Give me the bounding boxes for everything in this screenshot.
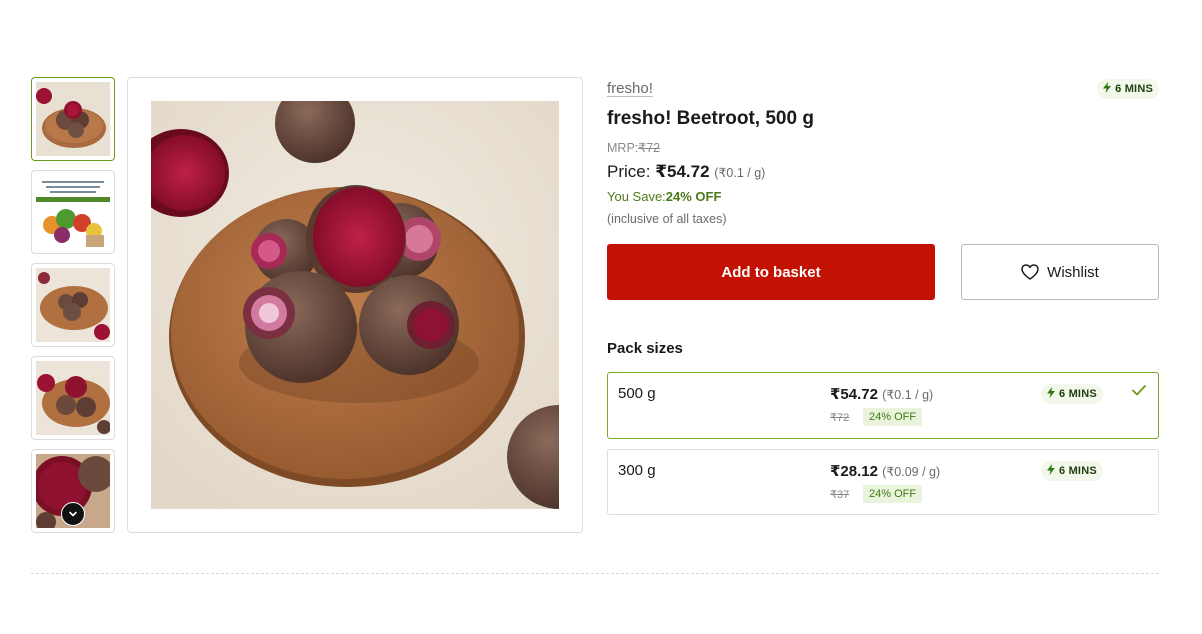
pack-option-300g[interactable]: 300 g ₹28.12 (₹0.09 / g) ₹37 24% OFF 6 M… (607, 449, 1159, 515)
price-value: ₹54.72 (655, 162, 710, 181)
chevron-down-icon (69, 511, 77, 517)
price: Price: ₹54.72 (₹0.1 / g) (607, 162, 765, 182)
pack-mrp: ₹72 (830, 412, 850, 424)
pack-mrp: ₹37 (830, 489, 850, 501)
pack-size: 500 g (618, 385, 656, 402)
thumbnail-image (36, 361, 110, 435)
delivery-eta-badge: 6 MINS (1097, 79, 1159, 99)
save-value: 24% OFF (665, 189, 722, 204)
pack-discount-badge: 24% OFF (863, 408, 923, 426)
pack-price-per-unit: (₹0.1 / g) (882, 388, 934, 402)
pack-price-value: ₹54.72 (830, 386, 878, 403)
thumbnail-2[interactable] (31, 170, 115, 254)
lightning-icon (1103, 82, 1112, 96)
section-divider (31, 573, 1159, 574)
lightning-icon (1047, 464, 1055, 478)
product-title: fresho! Beetroot, 500 g (607, 108, 814, 129)
pack-discount-badge: 24% OFF (863, 485, 923, 503)
main-product-image[interactable] (151, 101, 559, 509)
eta-label: 6 MINS (1059, 388, 1097, 400)
thumbnail-3[interactable] (31, 263, 115, 347)
pack-price: ₹28.12 (₹0.09 / g) (830, 462, 940, 480)
brand-link[interactable]: fresho! (607, 80, 653, 97)
thumbnail-image (36, 82, 110, 156)
tax-note: (inclusive of all taxes) (607, 212, 727, 226)
savings: You Save:24% OFF (607, 189, 721, 204)
thumbnail-image (36, 175, 110, 249)
pack-price-per-unit: (₹0.09 / g) (882, 465, 941, 479)
pack-size: 300 g (618, 462, 656, 479)
mrp: MRP:₹72 (607, 140, 660, 155)
thumbnail-5[interactable] (31, 449, 115, 533)
thumbnail-list (31, 77, 115, 542)
pack-eta-badge: 6 MINS (1041, 384, 1103, 404)
wishlist-button[interactable]: Wishlist (961, 244, 1159, 300)
add-to-basket-button[interactable]: Add to basket (607, 244, 935, 300)
pack-sizes-title: Pack sizes (607, 340, 683, 357)
eta-label: 6 MINS (1059, 465, 1097, 477)
pack-price: ₹54.72 (₹0.1 / g) (830, 385, 933, 403)
thumbnail-image (36, 268, 110, 342)
heart-icon (1021, 264, 1039, 280)
save-label: You Save: (607, 189, 666, 204)
pack-eta-badge: 6 MINS (1041, 461, 1103, 481)
pack-option-500g[interactable]: 500 g ₹54.72 (₹0.1 / g) ₹72 24% OFF 6 MI… (607, 372, 1159, 439)
show-more-thumbnails-button[interactable] (61, 502, 85, 526)
eta-label: 6 MINS (1115, 83, 1153, 95)
main-image-frame (127, 77, 583, 533)
pack-price-value: ₹28.12 (830, 463, 878, 480)
lightning-icon (1047, 387, 1055, 401)
price-per-unit: (₹0.1 / g) (714, 166, 766, 180)
mrp-label: MRP: (607, 141, 639, 155)
mrp-value: ₹72 (638, 141, 661, 155)
price-label: Price: (607, 162, 656, 181)
thumbnail-1[interactable] (31, 77, 115, 161)
wishlist-label: Wishlist (1047, 263, 1099, 281)
thumbnail-4[interactable] (31, 356, 115, 440)
check-icon (1132, 383, 1146, 400)
